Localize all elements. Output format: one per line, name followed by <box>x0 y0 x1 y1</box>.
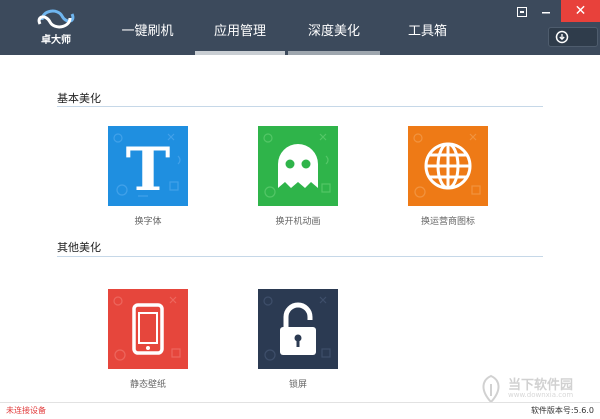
tab-beautify[interactable]: 深度美化 <box>288 0 380 55</box>
globe-icon <box>408 126 488 206</box>
device-status[interactable]: 未连接设备 <box>6 405 46 416</box>
ghost-icon <box>258 126 338 206</box>
tile-static-wallpaper[interactable] <box>108 289 188 369</box>
tile-label: 换开机动画 <box>275 217 321 227</box>
phone-icon <box>108 289 188 369</box>
tile-carrier-icon[interactable] <box>408 126 488 206</box>
section-divider <box>57 256 543 257</box>
tile-label: 锁屏 <box>288 380 307 390</box>
watermark-logo-icon <box>482 374 500 404</box>
tile-change-font[interactable]: T <box>108 126 188 206</box>
download-manager-button[interactable] <box>548 27 598 47</box>
close-button[interactable]: ✕ <box>561 0 600 22</box>
logo-text: 卓大师 <box>41 35 71 46</box>
section-divider <box>57 106 543 107</box>
minimize-button[interactable] <box>536 3 556 21</box>
download-icon <box>555 30 569 44</box>
section-title-basic: 基本美化 <box>57 92 101 105</box>
tab-label: 一键刷机 <box>121 24 174 39</box>
watermark-url: www.downxia.com <box>508 391 574 399</box>
version-label: 软件版本号:5.6.0 <box>530 406 594 415</box>
tab-label: 应用管理 <box>213 24 266 39</box>
tile-lock-screen[interactable] <box>258 289 338 369</box>
close-icon: ✕ <box>574 3 587 19</box>
tile-label: 换运营商图标 <box>420 217 475 227</box>
tab-app-management[interactable]: 应用管理 <box>195 0 285 55</box>
swirl-logo-icon <box>37 9 75 29</box>
status-bar: 未连接设备 软件版本号:5.6.0 <box>0 402 600 419</box>
tile-boot-animation[interactable] <box>258 126 338 206</box>
tab-active-indicator <box>195 51 285 55</box>
unlock-icon <box>258 289 338 369</box>
tile-label: 换字体 <box>134 217 162 227</box>
menu-icon <box>517 7 527 17</box>
tile-label: 静态壁纸 <box>129 380 166 390</box>
font-t-icon: T <box>108 126 188 206</box>
tab-label: 深度美化 <box>307 24 360 39</box>
minimize-icon <box>542 12 550 14</box>
watermark: 当下软件园 www.downxia.com <box>478 372 598 406</box>
tab-hover-indicator <box>288 51 380 55</box>
tab-flash[interactable]: 一键刷机 <box>110 0 185 55</box>
tab-toolbox[interactable]: 工具箱 <box>390 0 465 55</box>
menu-button[interactable] <box>512 3 532 21</box>
title-bar: 卓大师 一键刷机 应用管理 深度美化 工具箱 ✕ <box>0 0 600 55</box>
tab-label: 工具箱 <box>407 24 447 39</box>
svg-text:T: T <box>126 135 171 205</box>
app-logo: 卓大师 <box>32 6 80 50</box>
section-title-other: 其他美化 <box>57 241 101 254</box>
